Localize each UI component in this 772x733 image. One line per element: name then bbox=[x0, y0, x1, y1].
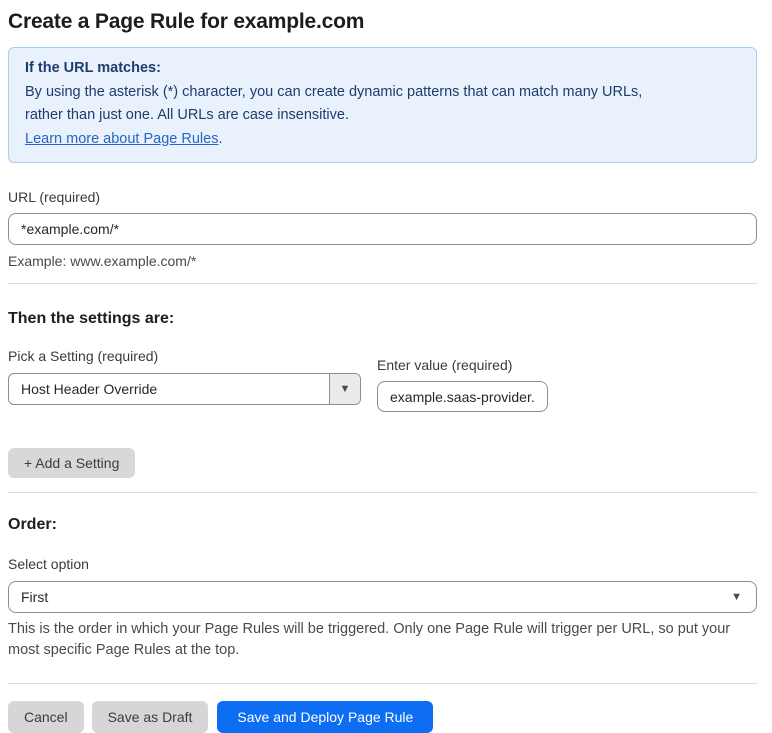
url-matches-info-box: If the URL matches: By using the asteris… bbox=[8, 47, 757, 163]
url-input[interactable] bbox=[8, 213, 757, 245]
save-and-deploy-button[interactable]: Save and Deploy Page Rule bbox=[217, 701, 434, 733]
save-as-draft-button[interactable]: Save as Draft bbox=[91, 701, 209, 733]
caret-down-icon: ▼ bbox=[731, 591, 742, 603]
section-divider bbox=[8, 283, 757, 284]
pick-setting-label: Pick a Setting (required) bbox=[8, 348, 159, 364]
enter-value-label: Enter value (required) bbox=[377, 357, 513, 373]
settings-section-heading: Then the settings are: bbox=[8, 310, 175, 327]
pick-setting-dropdown[interactable]: Host Header Override ▼ bbox=[8, 373, 361, 405]
link-period: . bbox=[218, 130, 223, 147]
section-divider bbox=[8, 492, 757, 493]
dropdown-arrow-button[interactable]: ▼ bbox=[329, 374, 360, 404]
learn-more-link[interactable]: Learn more about Page Rules bbox=[25, 131, 218, 147]
info-box-heading: If the URL matches: bbox=[25, 60, 161, 76]
pick-setting-selected-value: Host Header Override bbox=[21, 381, 158, 397]
info-box-link-line: Learn more about Page Rules. bbox=[25, 128, 740, 152]
select-option-label: Select option bbox=[8, 556, 89, 572]
footer-divider bbox=[8, 683, 757, 684]
info-box-body-line-2: rather than just one. All URLs are case … bbox=[25, 107, 349, 123]
page-title: Create a Page Rule for example.com bbox=[8, 10, 365, 33]
order-select[interactable]: First ▼ bbox=[8, 581, 757, 613]
enter-value-group: Enter value (required) bbox=[377, 357, 548, 412]
order-section-heading: Order: bbox=[8, 516, 57, 533]
caret-down-icon: ▼ bbox=[339, 383, 351, 395]
url-field-label: URL (required) bbox=[8, 189, 101, 205]
pick-setting-group: Pick a Setting (required) Host Header Ov… bbox=[8, 348, 361, 405]
order-selected-value: First bbox=[21, 589, 49, 605]
settings-row: Pick a Setting (required) Host Header Ov… bbox=[8, 348, 757, 412]
info-box-body-line-1: By using the asterisk (*) character, you… bbox=[25, 83, 643, 100]
setting-value-input[interactable] bbox=[377, 381, 548, 412]
url-example-helper: Example: www.example.com/* bbox=[8, 253, 197, 269]
footer-actions: Cancel Save as Draft Save and Deploy Pag… bbox=[8, 701, 757, 733]
add-setting-button[interactable]: + Add a Setting bbox=[8, 448, 136, 478]
order-helper-text: This is the order in which your Page Rul… bbox=[8, 621, 731, 658]
cancel-button[interactable]: Cancel bbox=[8, 701, 84, 733]
